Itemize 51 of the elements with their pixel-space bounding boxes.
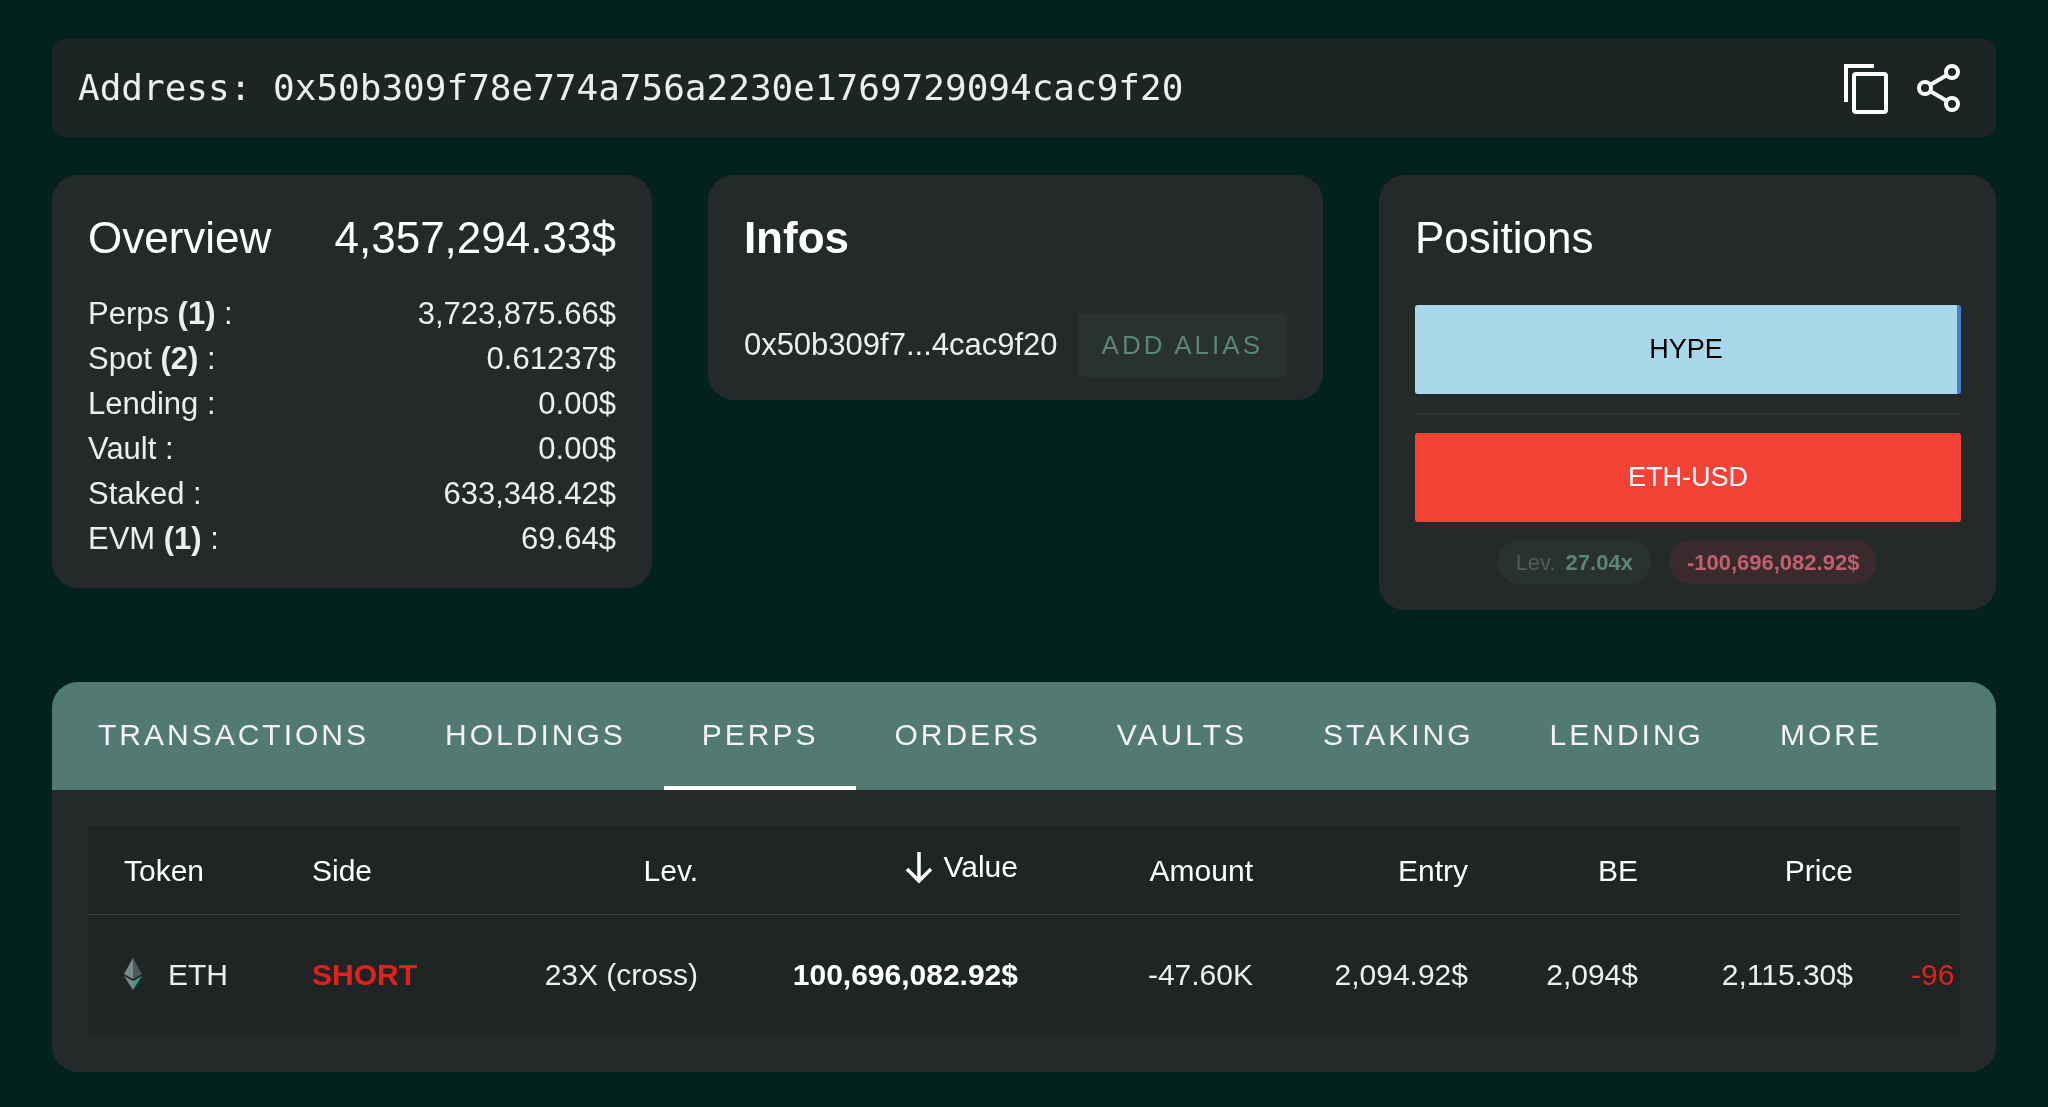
share-icon[interactable] bbox=[1916, 63, 1962, 113]
column-header[interactable]: Side bbox=[312, 847, 373, 893]
infos-title: Infos bbox=[743, 212, 849, 264]
position-button[interactable]: ETH-USD bbox=[1415, 433, 1961, 522]
overview-value: 3,723,875.66$ bbox=[417, 295, 616, 333]
tab[interactable]: MORE bbox=[1741, 682, 1920, 790]
overview-label: EVM (1) : bbox=[88, 520, 219, 558]
overview-value: 0.61237$ bbox=[486, 340, 616, 378]
column-header[interactable]: Price bbox=[1784, 847, 1853, 893]
eth-logo-icon bbox=[124, 958, 142, 990]
tab[interactable]: HOLDINGS bbox=[407, 682, 664, 790]
overview-label: Vault : bbox=[88, 430, 174, 468]
tab[interactable]: TRANSACTIONS bbox=[60, 682, 408, 790]
be-cell: 2,094$ bbox=[1546, 957, 1638, 991]
table-cell: -96 bbox=[1911, 957, 1955, 991]
column-header[interactable]: Entry bbox=[1397, 847, 1468, 893]
address-text: Address: 0x50b309f78e774a756a2230e1769729094cac9f20 bbox=[78, 66, 1185, 110]
positions-title: Positions bbox=[1415, 212, 1594, 264]
token-cell-text: ETH bbox=[168, 956, 228, 993]
amount-cell: -47.60K bbox=[1147, 957, 1253, 991]
column-header[interactable]: BE bbox=[1597, 847, 1638, 893]
wallet-address: 0x50b309f7...4cac9f20 bbox=[743, 325, 1058, 364]
overview-label: Staked : bbox=[88, 475, 202, 513]
leverage-value: 27.04x bbox=[1565, 548, 1633, 577]
overview-total: 4,357,294.33$ bbox=[334, 212, 616, 264]
overview-value: 69.64$ bbox=[521, 520, 616, 558]
column-header[interactable]: Token bbox=[124, 847, 205, 893]
pnl-chip: -100,696,082.92$ bbox=[1668, 540, 1878, 584]
overview-label: Lending : bbox=[88, 385, 216, 423]
entry-cell: 2,094.92$ bbox=[1334, 957, 1468, 991]
add-alias-button[interactable]: ADD ALIAS bbox=[1077, 313, 1287, 377]
column-header[interactable]: Value bbox=[903, 844, 1018, 890]
tab[interactable]: PERPS bbox=[663, 682, 857, 790]
price-cell: 2,115.30$ bbox=[1721, 957, 1853, 991]
column-header[interactable]: Lev. bbox=[643, 847, 698, 893]
leverage-cell: 23X (cross) bbox=[544, 957, 698, 991]
overview-value: 0.00$ bbox=[538, 430, 616, 468]
value-cell: 100,696,082.92$ bbox=[792, 957, 1018, 991]
tab[interactable]: ORDERS bbox=[856, 682, 1079, 790]
tab[interactable]: STAKING bbox=[1285, 682, 1512, 790]
column-header[interactable]: Amount bbox=[1149, 847, 1253, 893]
overview-label: Perps (1) : bbox=[88, 295, 233, 333]
position-button[interactable]: HYPE bbox=[1415, 305, 1961, 394]
overview-title: Overview bbox=[88, 212, 272, 264]
tab[interactable]: VAULTS bbox=[1078, 682, 1286, 790]
copy-icon[interactable] bbox=[1842, 62, 1890, 114]
overview-value: 0.00$ bbox=[538, 385, 616, 423]
tab[interactable]: LENDING bbox=[1511, 682, 1742, 790]
side-cell: SHORT bbox=[312, 957, 417, 991]
overview-value: 633,348.42$ bbox=[443, 475, 616, 513]
overview-label: Spot (2) : bbox=[88, 340, 216, 378]
